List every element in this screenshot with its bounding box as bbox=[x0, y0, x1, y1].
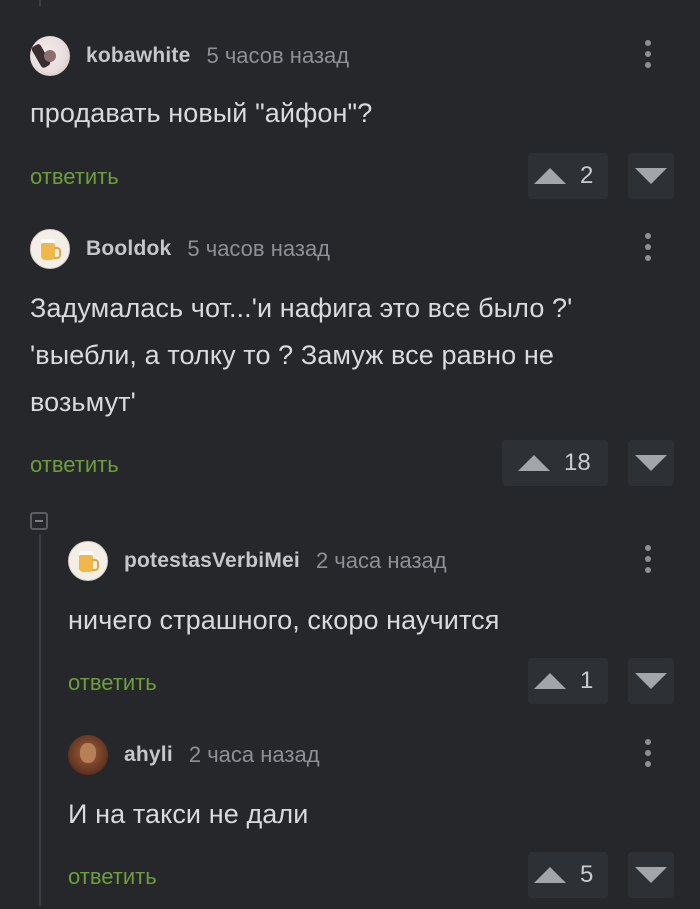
rating-count: 18 bbox=[564, 449, 591, 476]
upvote-button[interactable]: 1 bbox=[528, 658, 608, 704]
comment-time: 5 часов назад bbox=[187, 236, 331, 261]
username[interactable]: Booldok bbox=[86, 237, 171, 261]
thread-line bbox=[39, 534, 41, 906]
downvote-button[interactable] bbox=[628, 852, 674, 898]
user-avatar[interactable] bbox=[30, 36, 70, 76]
user-avatar[interactable] bbox=[68, 541, 108, 581]
upvote-button[interactable]: 18 bbox=[502, 440, 608, 486]
triangle-down-icon bbox=[635, 455, 667, 471]
comment-text: И на такси не дали bbox=[68, 799, 309, 829]
upvote-button[interactable]: 5 bbox=[528, 852, 608, 898]
downvote-button[interactable] bbox=[628, 658, 674, 704]
more-options-icon[interactable] bbox=[642, 545, 654, 577]
triangle-up-icon bbox=[534, 673, 566, 689]
username[interactable]: kobawhite bbox=[86, 44, 190, 68]
comment-text: Задумалась чот...'и нафига это все было … bbox=[30, 293, 573, 417]
more-options-icon[interactable] bbox=[642, 233, 654, 265]
reply-link[interactable]: ответить bbox=[30, 452, 119, 478]
rating-count: 2 bbox=[580, 162, 594, 189]
downvote-button[interactable] bbox=[628, 440, 674, 486]
upvote-button[interactable]: 2 bbox=[528, 153, 608, 199]
comment-header: Booldok 5 часов назад bbox=[30, 229, 330, 269]
comment-time: 2 часа назад bbox=[315, 548, 447, 573]
more-options-icon[interactable] bbox=[642, 739, 654, 771]
reply-link[interactable]: ответить bbox=[68, 864, 157, 890]
comment-text: продавать новый "айфон"? bbox=[30, 98, 373, 128]
user-avatar[interactable] bbox=[30, 229, 70, 269]
triangle-up-icon bbox=[518, 455, 550, 471]
triangle-up-icon bbox=[534, 867, 566, 883]
triangle-down-icon bbox=[635, 673, 667, 689]
comment-header: kobawhite 5 часов назад bbox=[30, 36, 349, 76]
comment-reply: potestasVerbiMei 2 часа назад ничего стр… bbox=[68, 541, 700, 711]
comment-time: 5 часов назад bbox=[206, 43, 350, 68]
rating-count: 5 bbox=[580, 861, 594, 888]
downvote-button[interactable] bbox=[628, 153, 674, 199]
comment: Booldok 5 часов назад Задумалась чот...'… bbox=[30, 229, 700, 489]
username[interactable]: potestasVerbiMei bbox=[124, 549, 300, 573]
more-options-icon[interactable] bbox=[642, 40, 654, 72]
comment-time: 2 часа назад bbox=[188, 742, 320, 767]
triangle-down-icon bbox=[635, 867, 667, 883]
triangle-up-icon bbox=[534, 168, 566, 184]
triangle-down-icon bbox=[635, 168, 667, 184]
comment-header: ahyli 2 часа назад bbox=[68, 735, 320, 775]
rating-count: 1 bbox=[580, 667, 594, 694]
thread-line-top bbox=[39, 0, 41, 6]
comment-header: potestasVerbiMei 2 часа назад bbox=[68, 541, 447, 581]
comment-reply: ahyli 2 часа назад И на такси не дали от… bbox=[68, 735, 700, 905]
collapse-thread-button[interactable] bbox=[30, 512, 48, 530]
comment-text: ничего страшного, скоро научится bbox=[68, 605, 500, 635]
reply-link[interactable]: ответить bbox=[30, 164, 119, 190]
comment: kobawhite 5 часов назад продавать новый … bbox=[30, 36, 700, 206]
username[interactable]: ahyli bbox=[124, 743, 173, 767]
user-avatar[interactable] bbox=[68, 735, 108, 775]
reply-link[interactable]: ответить bbox=[68, 670, 157, 696]
